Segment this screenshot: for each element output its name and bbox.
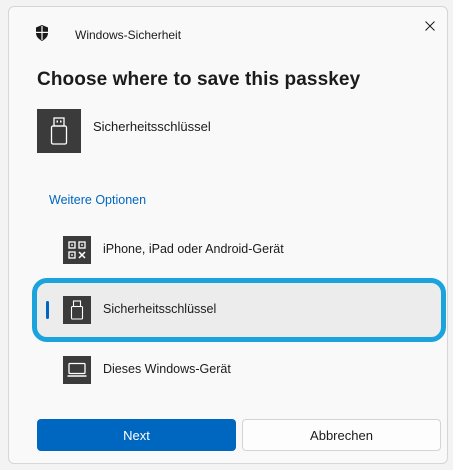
passkey-dialog: Windows-Sicherheit Choose where to save … xyxy=(8,6,448,464)
usb-key-icon xyxy=(50,117,68,145)
window-title: Windows-Sicherheit xyxy=(75,28,182,42)
option-windows-device[interactable]: Dieses Windows-Gerät xyxy=(37,343,441,397)
dialog-heading: Choose where to save this passkey xyxy=(37,69,361,90)
close-button[interactable] xyxy=(417,13,443,39)
option-phone-label: iPhone, iPad oder Android-Gerät xyxy=(103,242,284,256)
option-security-key[interactable]: Sicherheitsschlüssel xyxy=(32,278,446,342)
selected-device-tile xyxy=(37,109,81,153)
option-phone[interactable]: iPhone, iPad oder Android-Gerät xyxy=(37,223,441,277)
laptop-icon xyxy=(67,362,87,377)
option-phone-tile xyxy=(63,236,91,264)
next-button[interactable]: Next xyxy=(37,419,236,451)
more-options-link[interactable]: Weitere Optionen xyxy=(49,193,146,207)
selection-indicator xyxy=(46,301,49,319)
option-windows-device-tile xyxy=(63,356,91,384)
option-windows-device-label: Dieses Windows-Gerät xyxy=(103,362,231,376)
selected-device-label: Sicherheitsschlüssel xyxy=(93,119,211,134)
option-security-key-label: Sicherheitsschlüssel xyxy=(103,302,217,316)
qr-code-icon xyxy=(68,241,86,259)
title-bar: Windows-Sicherheit xyxy=(9,7,447,53)
close-icon xyxy=(425,21,435,31)
usb-key-icon xyxy=(70,300,84,320)
cancel-button[interactable]: Abbrechen xyxy=(242,419,441,451)
option-security-key-tile xyxy=(63,296,91,324)
shield-icon xyxy=(36,25,48,41)
